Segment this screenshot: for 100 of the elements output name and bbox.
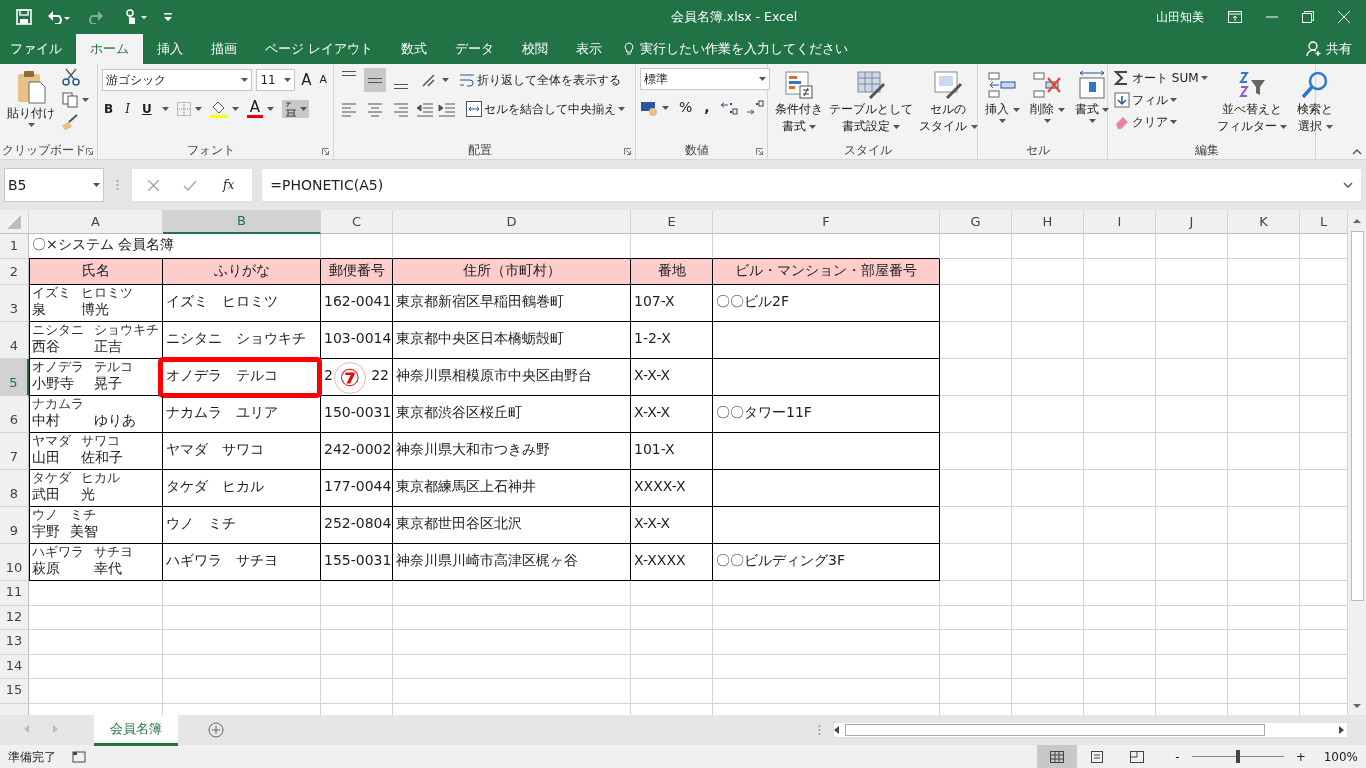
shrink-font-button[interactable]: A — [317, 71, 329, 90]
grid-cell[interactable] — [393, 605, 631, 631]
sheet-tab[interactable]: 会員名簿 — [94, 715, 178, 746]
previous-sheet-icon[interactable] — [24, 725, 29, 733]
row-header[interactable]: 8 — [0, 470, 29, 507]
grid-cell[interactable] — [1084, 654, 1156, 680]
style-button[interactable]: 条件付き 書式 — [772, 68, 826, 141]
format-painter-icon[interactable] — [62, 114, 80, 130]
save-icon[interactable] — [16, 9, 32, 25]
grid-cell[interactable] — [631, 679, 713, 704]
row-header[interactable]: 13 — [0, 630, 29, 655]
touch-mode-icon[interactable] — [124, 9, 148, 25]
grid-cell[interactable] — [1084, 470, 1156, 507]
grid-cell[interactable] — [1012, 322, 1084, 359]
grid-cell[interactable] — [1156, 679, 1228, 704]
grid-cell[interactable] — [321, 630, 393, 655]
grid-cell[interactable] — [1012, 470, 1084, 507]
grid-cell[interactable] — [1228, 433, 1300, 470]
grid-cell[interactable] — [1084, 605, 1156, 631]
row-header[interactable]: 12 — [0, 605, 29, 631]
editing-button[interactable]: 並べ替えと フィルター — [1213, 68, 1291, 141]
grid-cell[interactable] — [631, 630, 713, 655]
column-header[interactable]: L — [1300, 210, 1348, 234]
number-format-dropdown[interactable]: 標準 — [640, 68, 770, 90]
table-cell[interactable] — [713, 359, 940, 396]
row-header[interactable]: 11 — [0, 581, 29, 606]
grid-cell[interactable] — [940, 507, 1012, 544]
paste-button[interactable]: 貼り付け — [4, 68, 58, 141]
decrease-indent-icon[interactable] — [416, 101, 434, 117]
font-name-dropdown[interactable]: 游ゴシック — [102, 69, 253, 92]
grid-cell[interactable] — [393, 630, 631, 655]
grid-cell[interactable] — [1084, 322, 1156, 359]
grid-cell[interactable] — [1084, 581, 1156, 606]
grid-cell[interactable] — [1156, 630, 1228, 655]
grid-cell[interactable] — [1156, 433, 1228, 470]
grid-cell[interactable] — [29, 654, 163, 680]
scroll-down-icon[interactable] — [1353, 704, 1361, 709]
tell-me-field[interactable]: 実行したい作業を入力してください — [638, 38, 888, 60]
grid-cell[interactable] — [163, 630, 321, 655]
grid-cell[interactable] — [1084, 285, 1156, 322]
column-header[interactable]: K — [1228, 210, 1300, 234]
grid-cell[interactable] — [1228, 581, 1300, 606]
font-size-dropdown[interactable]: 11 — [256, 69, 296, 92]
expand-icon[interactable] — [1343, 182, 1353, 188]
grid-cell[interactable] — [1156, 259, 1228, 285]
grid-cell[interactable] — [940, 234, 1012, 259]
style-button[interactable]: セルの スタイル — [916, 68, 981, 141]
grid-cell[interactable] — [1156, 234, 1228, 259]
fill-color-icon[interactable] — [209, 99, 228, 118]
style-button[interactable]: テーブルとして 書式設定 — [826, 68, 916, 141]
row-header[interactable]: 1 — [0, 234, 29, 259]
share-button[interactable]: 共有 — [1292, 34, 1366, 64]
scrollbar-thumb[interactable] — [845, 724, 1265, 736]
zoom-level[interactable]: 100% — [1323, 747, 1358, 766]
grid-cell[interactable] — [1228, 507, 1300, 544]
column-header[interactable]: H — [1012, 210, 1084, 234]
grid-cell[interactable] — [29, 605, 163, 631]
undo-icon[interactable] — [48, 10, 70, 24]
grid-cell[interactable] — [393, 581, 631, 606]
grid-cell[interactable] — [940, 605, 1012, 631]
insert-function-button[interactable]: fx — [221, 175, 237, 195]
select-all-icon[interactable] — [7, 214, 21, 229]
borders-icon[interactable] — [176, 101, 191, 116]
grid-cell[interactable] — [1228, 654, 1300, 680]
grid-cell[interactable] — [1084, 507, 1156, 544]
font-color-button[interactable]: A — [246, 99, 263, 118]
ribbon-tab[interactable]: データ — [441, 34, 508, 64]
column-header[interactable]: D — [393, 210, 631, 234]
grid-cell[interactable] — [1156, 544, 1228, 581]
zoom-out-button[interactable]: - — [1173, 746, 1182, 767]
grid-cell[interactable] — [163, 581, 321, 606]
table-cell[interactable] — [713, 322, 940, 359]
copy-icon[interactable] — [62, 92, 78, 108]
bold-button[interactable]: B — [102, 98, 116, 119]
dialog-launcher-icon[interactable] — [756, 148, 763, 155]
grid-cell[interactable] — [713, 605, 940, 631]
grid-cell[interactable] — [1084, 396, 1156, 433]
cells-button[interactable]: 書式 — [1071, 68, 1113, 141]
row-header[interactable]: 14 — [0, 654, 29, 680]
italic-button[interactable]: I — [123, 98, 132, 119]
ribbon-tab[interactable]: ホーム — [76, 34, 143, 64]
scrollbar-thumb[interactable] — [1350, 231, 1364, 601]
customize-icon[interactable] — [164, 13, 172, 21]
grid-cell[interactable] — [1156, 359, 1228, 396]
grid-cell[interactable] — [940, 679, 1012, 704]
grid-cell[interactable] — [940, 630, 1012, 655]
zoom-in-button[interactable]: + — [1293, 746, 1308, 767]
grid-cell[interactable] — [1012, 359, 1084, 396]
grid-cell[interactable] — [1156, 654, 1228, 680]
ribbon-tab[interactable]: ページ レイアウト — [251, 34, 387, 64]
row-header[interactable]: 10 — [0, 544, 29, 581]
grid-cell[interactable] — [1012, 605, 1084, 631]
collapse-ribbon-icon[interactable] — [1352, 149, 1362, 155]
cancel-icon[interactable] — [148, 179, 159, 191]
editing-button[interactable]: 検索と 選択 — [1294, 68, 1337, 141]
new-sheet-icon[interactable] — [208, 722, 224, 738]
grid-cell[interactable] — [1012, 396, 1084, 433]
grid-cell[interactable] — [1084, 259, 1156, 285]
grid-cell[interactable] — [163, 654, 321, 680]
grid-cell[interactable] — [1012, 259, 1084, 285]
